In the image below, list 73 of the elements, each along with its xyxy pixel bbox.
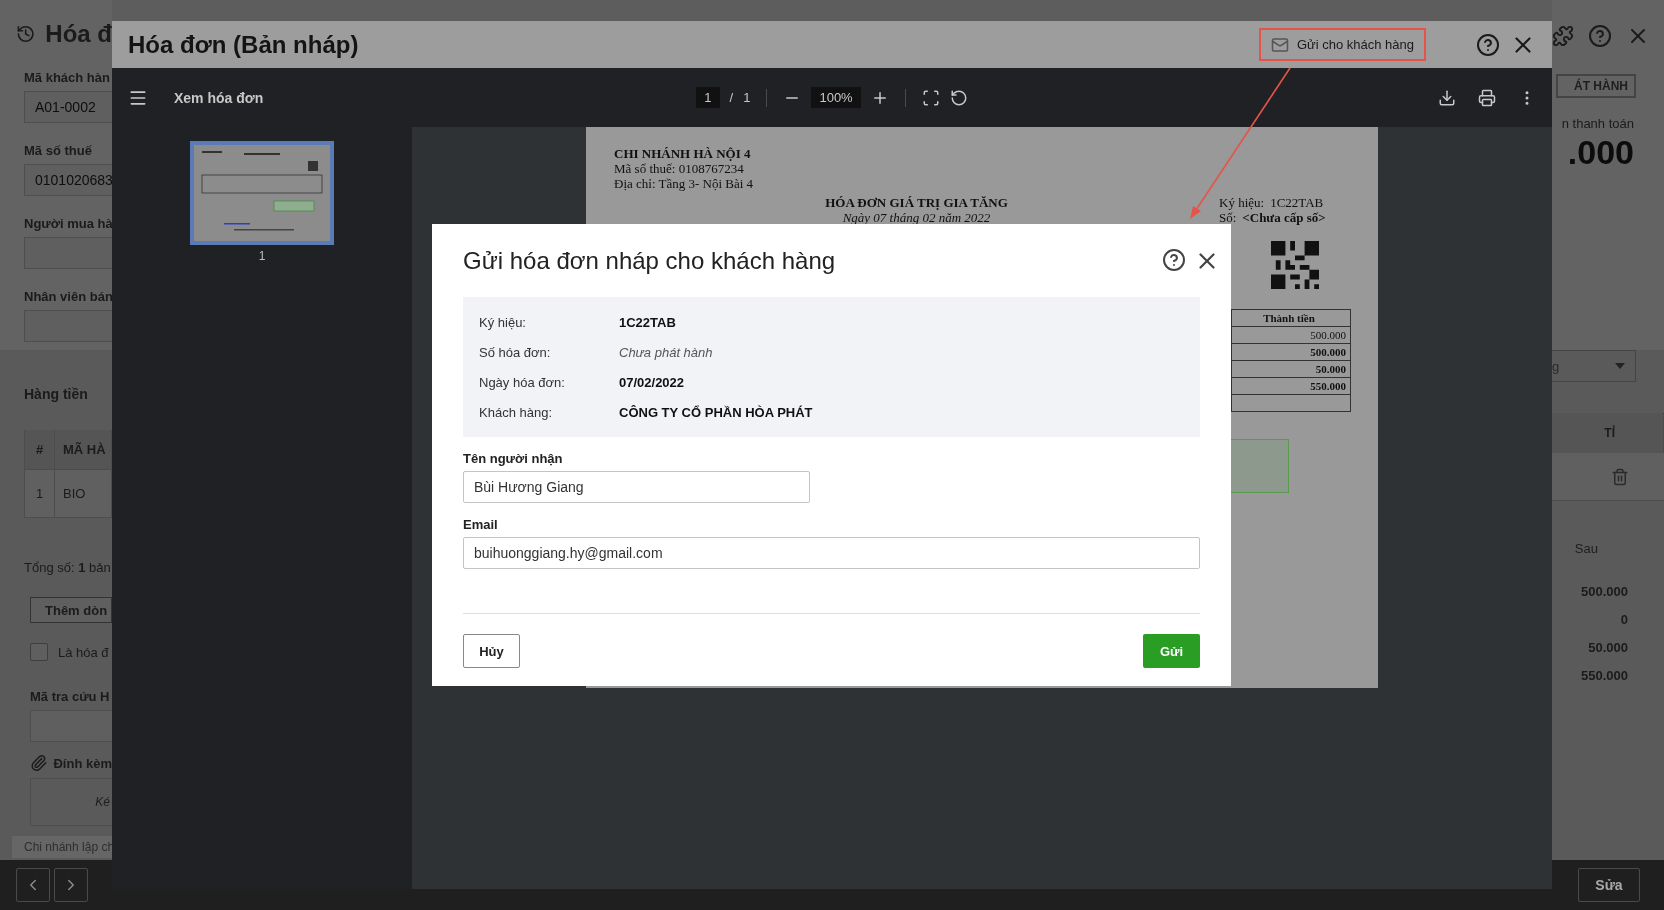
text-field[interactable] xyxy=(24,237,112,269)
send-button[interactable]: Gửi xyxy=(1143,634,1200,668)
seller-tax-code: Mã số thuế: 0108767234 xyxy=(614,161,745,176)
info-label: Ngày hóa đơn: xyxy=(479,374,566,390)
summary-label: Sau xyxy=(1574,541,1598,556)
checkbox-label: Là hóa đ xyxy=(58,644,109,660)
viewer-title: Xem hóa đơn xyxy=(174,89,264,106)
field-label: Nhân viên bán xyxy=(24,289,112,304)
page-title: Hóa đ xyxy=(45,20,112,48)
table-cell: 550.000 xyxy=(1232,378,1350,395)
page-thumbnail-drawing[interactable] xyxy=(190,141,334,245)
print-icon[interactable] xyxy=(1478,88,1496,107)
seller-name: CHI NHÁNH HÀ NỘI 4 xyxy=(614,146,752,161)
window-title: Hóa đơn (Bản nháp) xyxy=(128,30,360,59)
field-label: Mã tra cứu H xyxy=(30,689,111,704)
info-value: Chưa phát hành xyxy=(619,344,714,360)
download-icon[interactable] xyxy=(1438,88,1456,107)
total-count: Tổng số: 1 bản xyxy=(24,560,112,575)
puzzle-icon[interactable] xyxy=(1552,25,1574,47)
info-value: CÔNG TY CỔ PHẦN HÒA PHÁT xyxy=(619,404,814,420)
recipient-name-field[interactable]: Bùi Hương Giang xyxy=(463,471,810,503)
qr-code-drawing xyxy=(1271,241,1319,289)
invoice-title: HÓA ĐƠN GIÁ TRỊ GIA TĂNG xyxy=(824,195,1009,210)
field-label: Người mua hà xyxy=(24,216,112,231)
column-header: # xyxy=(25,430,55,469)
text-field[interactable] xyxy=(24,310,112,342)
info-label: Ký hiệu: xyxy=(479,314,527,330)
help-icon[interactable] xyxy=(1476,32,1500,57)
help-icon[interactable] xyxy=(1162,248,1186,272)
paperclip-icon xyxy=(30,754,48,772)
seller-address: Địa chỉ: Tầng 3- Nội Bài 4 xyxy=(614,176,755,191)
attach-label: Đính kèm xyxy=(53,755,112,771)
page-number-field[interactable]: 1 xyxy=(696,87,720,108)
page-separator: / xyxy=(729,90,734,105)
summary-value: 500.000 xyxy=(1581,583,1628,601)
caret-icon xyxy=(1615,363,1625,369)
column-header: Thành tiền xyxy=(1232,310,1350,327)
zoom-field[interactable]: 100% xyxy=(811,87,861,108)
field-label: Email xyxy=(463,517,499,532)
info-value: 07/02/2022 xyxy=(619,374,686,390)
field-label: Tên người nhận xyxy=(463,451,564,466)
number-value: <Chưa cấp số> xyxy=(1242,210,1326,225)
info-label: Khách hàng: xyxy=(479,404,553,420)
email-field[interactable]: buihuonggiang.hy@gmail.com xyxy=(463,537,1200,569)
info-value: 1C22TAB xyxy=(619,314,677,330)
summary-value: 0 xyxy=(1620,611,1628,629)
edit-button[interactable]: Sửa xyxy=(1578,868,1640,902)
page-count: 1 xyxy=(743,90,751,105)
thumbnail-label: 1 xyxy=(258,249,266,263)
info-label: Số hóa đơn: xyxy=(479,344,552,360)
amount-label: n thanh toán xyxy=(1561,116,1634,131)
table-cell: 1 xyxy=(25,470,55,517)
field-label: Mã khách hàn xyxy=(24,70,111,85)
summary-value: 50.000 xyxy=(1588,639,1628,657)
cancel-button[interactable]: Hủy xyxy=(463,634,520,668)
table-cell: 500.000 xyxy=(1232,327,1350,344)
summary-value: 550.000 xyxy=(1581,667,1628,685)
table-cell: 50.000 xyxy=(1232,361,1350,378)
table-cell: 500.000 xyxy=(1232,344,1350,361)
symbol-label: Ký hiệu: xyxy=(1219,195,1265,210)
rotate-icon[interactable] xyxy=(949,88,968,107)
fit-page-icon[interactable] xyxy=(921,88,940,107)
amount-value: .000 xyxy=(1567,133,1634,172)
dialog-title: Gửi hóa đơn nháp cho khách hàng xyxy=(463,247,836,275)
send-to-customer-button[interactable]: Gửi cho khách hàng xyxy=(1258,28,1426,61)
text-field[interactable] xyxy=(30,710,112,742)
mail-icon xyxy=(1270,35,1289,54)
field-label: Mã số thuế xyxy=(24,143,93,158)
number-label: Số: xyxy=(1219,210,1237,225)
column-header: TỈ xyxy=(1552,413,1664,453)
checkbox[interactable] xyxy=(30,643,48,661)
symbol-value: 1C22TAB xyxy=(1270,195,1324,210)
section-title: Hàng tiền xyxy=(24,386,89,402)
